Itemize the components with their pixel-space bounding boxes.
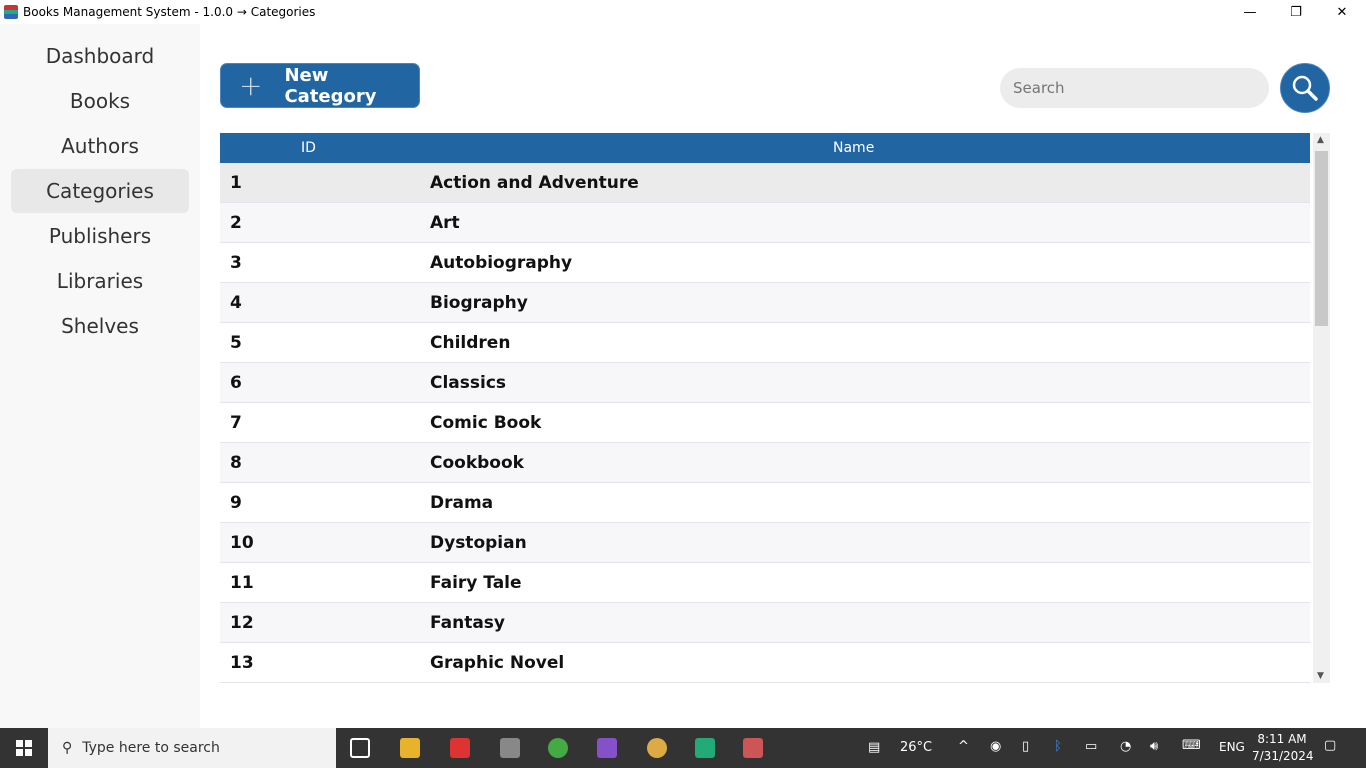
cell-id: 4 <box>230 293 242 313</box>
new-category-button[interactable]: + New Category <box>220 63 420 108</box>
table-row[interactable]: 11 Fairy Tale <box>220 563 1310 603</box>
search-icon <box>1292 75 1318 101</box>
cell-name: Dystopian <box>430 533 527 553</box>
window-title: Books Management System - 1.0.0 → Catego… <box>23 5 316 19</box>
wifi-icon[interactable]: ◔ <box>1120 739 1131 754</box>
task-view-icon[interactable] <box>350 738 370 758</box>
cell-name: Classics <box>430 373 507 393</box>
cell-id: 7 <box>230 413 242 433</box>
sidebar-item-dashboard[interactable]: Dashboard <box>11 34 189 78</box>
taskbar-search[interactable]: ⚲ Type here to search <box>48 728 336 768</box>
minimize-button[interactable]: — <box>1227 0 1273 24</box>
table-row[interactable]: 10 Dystopian <box>220 523 1310 563</box>
table-row[interactable]: 8 Cookbook <box>220 443 1310 483</box>
scroll-down-icon[interactable]: ▼ <box>1317 671 1324 681</box>
table-row[interactable]: 4 Biography <box>220 283 1310 323</box>
camera-icon[interactable]: ▯ <box>1022 739 1029 754</box>
cell-name: Fairy Tale <box>430 573 522 593</box>
table-row[interactable]: 1 Action and Adventure <box>220 163 1310 203</box>
clock-time: 8:11 AM <box>1257 732 1307 746</box>
cell-id: 6 <box>230 373 242 393</box>
cell-name: Action and Adventure <box>430 173 639 193</box>
cell-id: 9 <box>230 493 242 513</box>
close-button[interactable]: ✕ <box>1319 0 1365 24</box>
sidebar-item-books[interactable]: Books <box>11 79 189 123</box>
cell-id: 5 <box>230 333 242 353</box>
sidebar-item-categories[interactable]: Categories <box>11 169 189 213</box>
weather-text[interactable]: 26°C <box>900 740 932 755</box>
notification-icon[interactable]: ▢ <box>1324 738 1336 753</box>
keyboard-icon[interactable]: ⌨ <box>1182 738 1201 753</box>
search-button[interactable] <box>1280 63 1330 113</box>
cell-id: 10 <box>230 533 254 553</box>
clock-date: 7/31/2024 <box>1252 749 1314 763</box>
chrome-profile-icon[interactable] <box>647 738 667 758</box>
plus-icon: + <box>239 69 263 102</box>
taskbar-search-placeholder: Type here to search <box>82 740 220 756</box>
cell-name: Cookbook <box>430 453 524 473</box>
chevron-up-icon[interactable]: ^ <box>958 739 969 754</box>
table-header: ID Name <box>220 133 1310 163</box>
sidebar-item-shelves[interactable]: Shelves <box>11 304 189 348</box>
cell-name: Comic Book <box>430 413 542 433</box>
bluetooth-icon[interactable]: ᛒ <box>1054 739 1062 754</box>
cell-id: 13 <box>230 653 254 673</box>
sidebar-item-authors[interactable]: Authors <box>11 124 189 168</box>
scroll-up-icon[interactable]: ▲ <box>1317 135 1324 145</box>
sidebar-item-libraries[interactable]: Libraries <box>11 259 189 303</box>
cell-name: Fantasy <box>430 613 505 633</box>
table-row[interactable]: 12 Fantasy <box>220 603 1310 643</box>
search-icon: ⚲ <box>62 740 73 756</box>
cell-id: 8 <box>230 453 242 473</box>
maximize-button[interactable]: ❐ <box>1273 0 1319 24</box>
cell-name: Art <box>430 213 460 233</box>
volume-icon[interactable]: 🔊︎ <box>1150 739 1158 754</box>
calculator-icon[interactable] <box>500 738 520 758</box>
categories-table: ID Name 1 Action and Adventure 2 Art 3 Autobi… <box>220 133 1310 683</box>
table-row[interactable]: 7 Comic Book <box>220 403 1310 443</box>
excel-icon[interactable] <box>695 738 715 758</box>
cell-name: Autobiography <box>430 253 573 273</box>
sidebar-item-publishers[interactable]: Publishers <box>11 214 189 258</box>
column-header-id[interactable]: ID <box>301 140 316 156</box>
cell-name: Children <box>430 333 511 353</box>
cell-name: Graphic Novel <box>430 653 565 673</box>
table-scrollbar[interactable]: ▲ ▼ <box>1313 133 1330 683</box>
cell-name: Biography <box>430 293 528 313</box>
visual-studio-icon[interactable] <box>597 738 617 758</box>
windows-start-icon[interactable] <box>16 740 32 756</box>
books-app-icon[interactable] <box>743 738 763 758</box>
table-row[interactable]: 5 Children <box>220 323 1310 363</box>
table-row[interactable]: 13 Graphic Novel <box>220 643 1310 683</box>
new-category-label: New Category <box>284 64 377 107</box>
app-logo-icon <box>4 5 18 19</box>
table-row[interactable]: 3 Autobiography <box>220 243 1310 283</box>
paint-icon[interactable] <box>450 738 470 758</box>
table-row[interactable]: 6 Classics <box>220 363 1310 403</box>
chrome-icon[interactable] <box>548 738 568 758</box>
scrollbar-thumb[interactable] <box>1315 151 1328 326</box>
search-input[interactable] <box>1000 68 1269 108</box>
cell-id: 2 <box>230 213 242 233</box>
cell-name: Drama <box>430 493 494 513</box>
cell-id: 11 <box>230 573 254 593</box>
language-indicator[interactable]: ENG <box>1219 740 1245 754</box>
column-header-name[interactable]: Name <box>833 140 874 156</box>
file-explorer-icon[interactable] <box>400 738 420 758</box>
news-icon[interactable]: ▤ <box>868 740 880 755</box>
title-bar: Books Management System - 1.0.0 → Catego… <box>0 0 1366 24</box>
sidebar: Dashboard Books Authors Categories Publi… <box>0 24 200 728</box>
cell-id: 12 <box>230 613 254 633</box>
battery-icon[interactable]: ▭ <box>1085 739 1097 754</box>
table-row[interactable]: 9 Drama <box>220 483 1310 523</box>
taskbar: ⚲ Type here to search ▤ 26°C ^ ◉ ▯ ᛒ ▭ ◔… <box>0 728 1366 768</box>
cell-id: 3 <box>230 253 242 273</box>
cell-id: 1 <box>230 173 242 193</box>
table-row[interactable]: 2 Art <box>220 203 1310 243</box>
record-icon[interactable]: ◉ <box>990 739 1001 754</box>
clock[interactable]: 8:11 AM 7/31/2024 <box>1252 731 1314 765</box>
